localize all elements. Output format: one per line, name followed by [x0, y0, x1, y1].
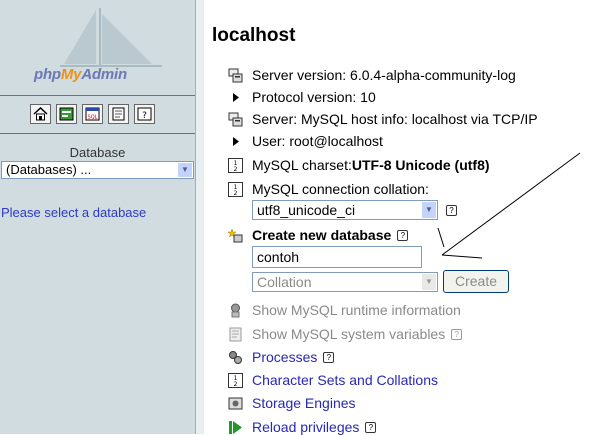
annotation-arrow: [437, 152, 581, 259]
